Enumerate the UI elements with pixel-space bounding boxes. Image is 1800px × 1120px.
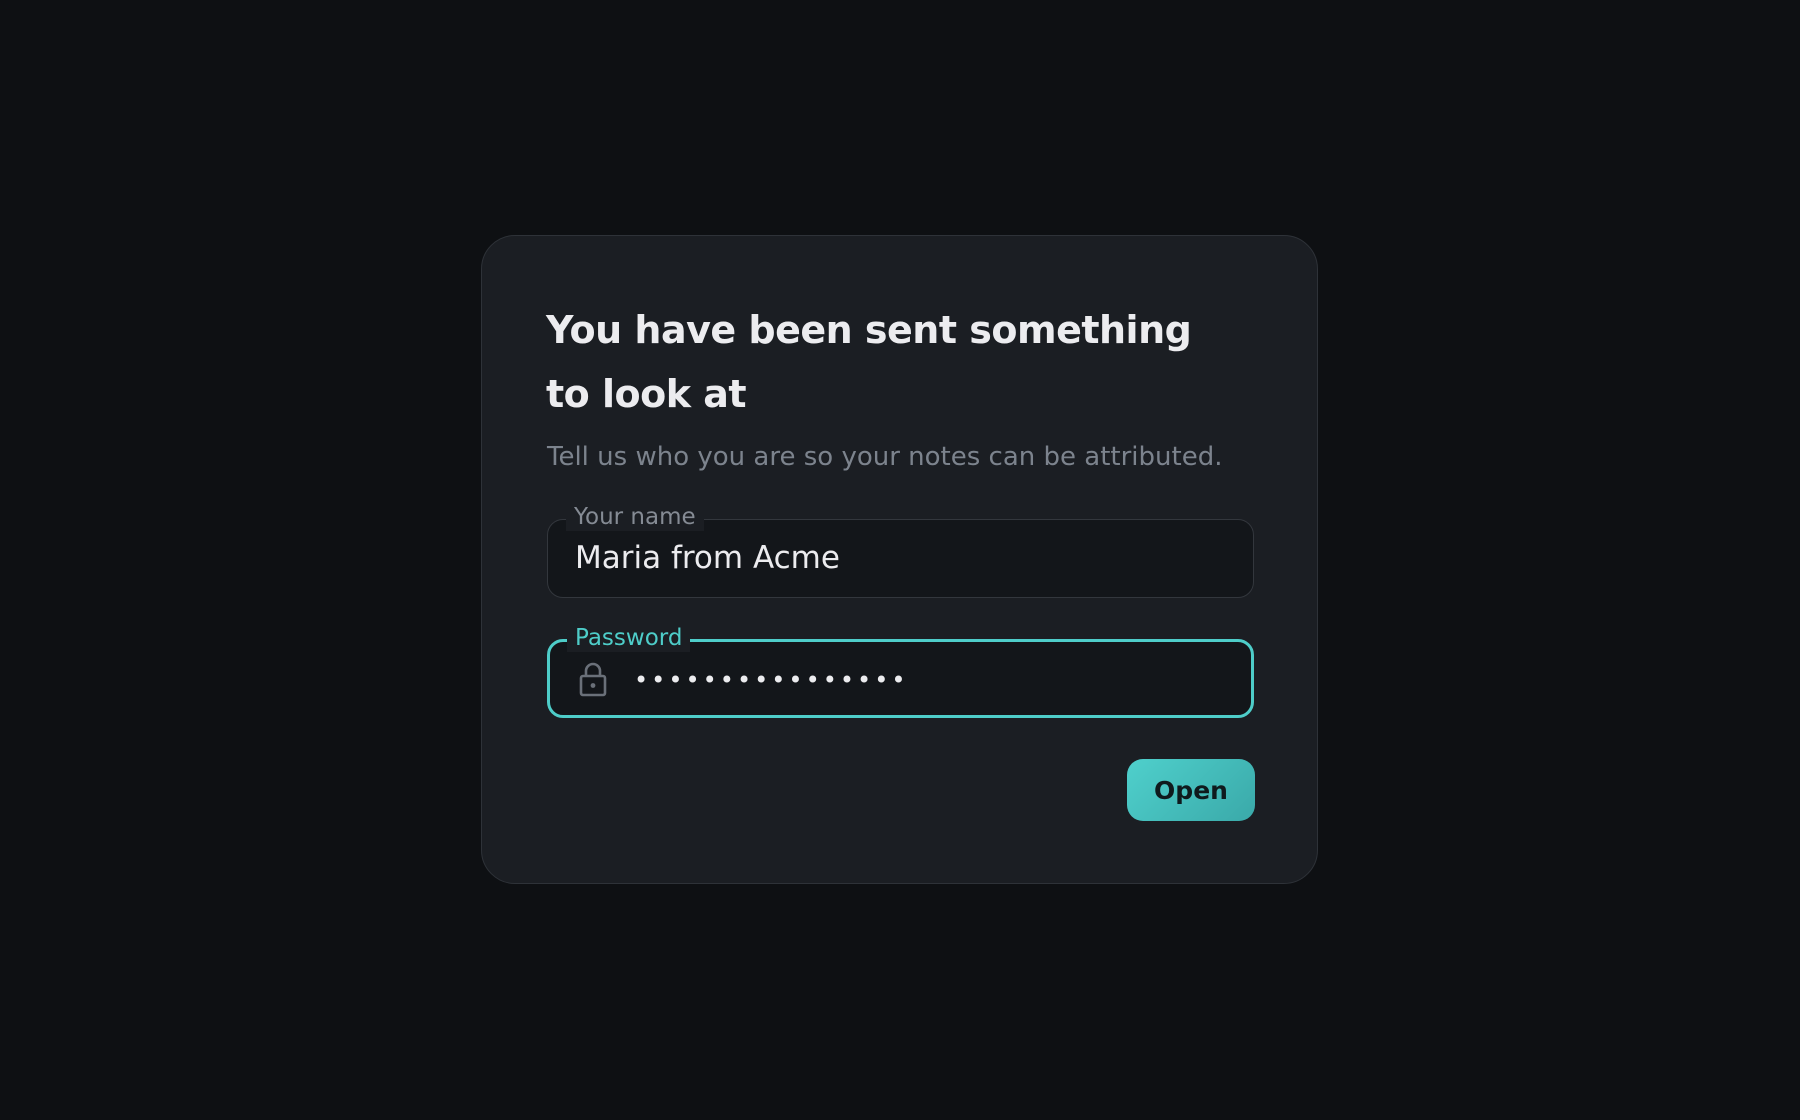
password-field[interactable]: Password ••••••••••••••••: [547, 624, 1254, 718]
lock-icon: [579, 662, 607, 697]
dialog-subtitle: Tell us who you are so your notes can be…: [547, 442, 1223, 472]
dialog-title: You have been sent something to look at: [546, 308, 1192, 416]
dialog-card: You have been sent something to look at …: [481, 235, 1318, 884]
password-input[interactable]: ••••••••••••••••: [634, 663, 909, 697]
open-button[interactable]: Open: [1127, 759, 1255, 821]
password-field-label: Password: [567, 624, 691, 652]
name-input[interactable]: Maria from Acme: [575, 539, 840, 577]
name-field[interactable]: Your name Maria from Acme: [547, 503, 1254, 598]
name-field-label: Your name: [566, 503, 704, 531]
